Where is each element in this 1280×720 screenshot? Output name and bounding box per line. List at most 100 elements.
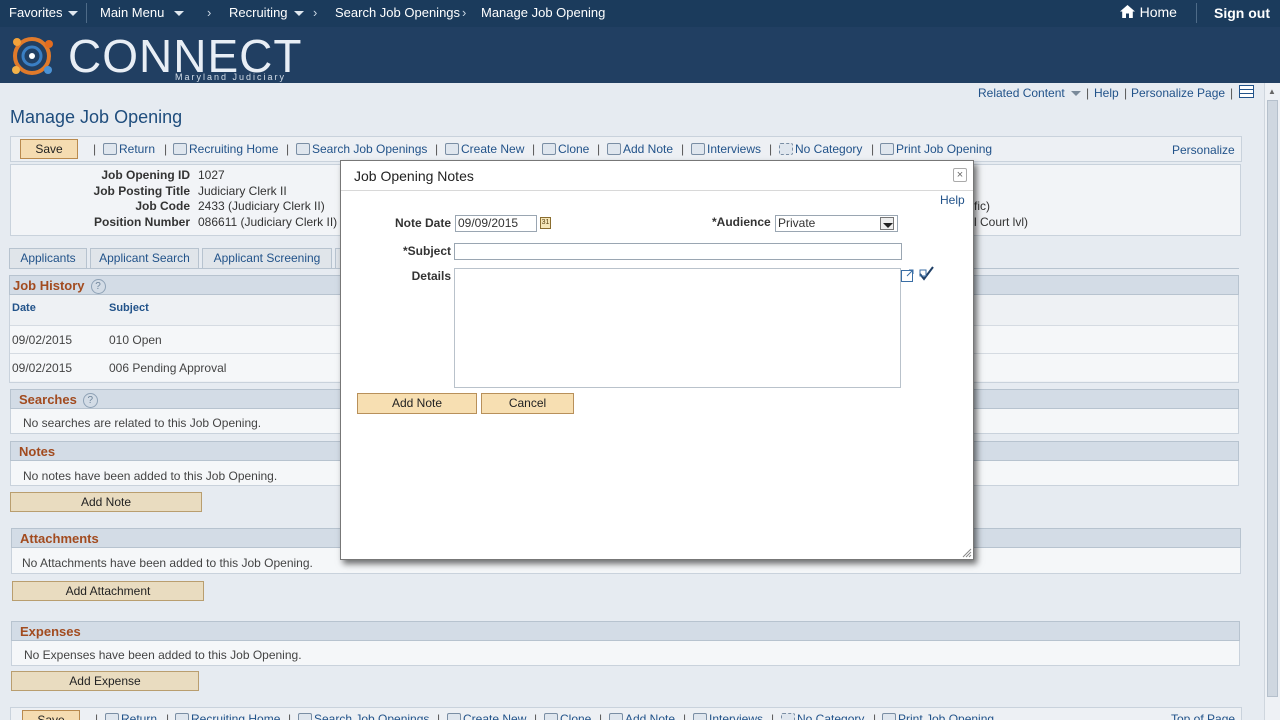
separator: |	[597, 142, 601, 156]
top-of-page-link[interactable]: Top of Page	[1171, 712, 1235, 720]
tab-applicant-search[interactable]: Applicant Search	[90, 248, 199, 269]
scroll-up-icon[interactable]: ▲	[1268, 87, 1276, 96]
add-expense-button[interactable]: Add Expense	[11, 671, 199, 691]
home-icon	[175, 713, 189, 720]
logo-subtitle: Maryland Judiciary	[175, 72, 287, 82]
return-icon	[105, 713, 119, 720]
attachments-message: No Attachments have been added to this J…	[22, 556, 313, 570]
category-icon	[781, 713, 795, 720]
help-icon[interactable]: ?	[82, 393, 98, 408]
no-category-link[interactable]: No Category	[779, 142, 862, 156]
audience-select[interactable]: Private	[775, 215, 898, 232]
favorites-label: Favorites	[9, 5, 63, 20]
grid-icon[interactable]	[1239, 85, 1254, 98]
separator: |	[1230, 86, 1234, 100]
related-content-link[interactable]: Related Content	[978, 86, 1081, 100]
separator: |	[683, 712, 687, 720]
create-new-icon	[447, 713, 461, 720]
clone-label: Clone	[560, 712, 592, 720]
search-job-openings-link[interactable]: Search Job Openings	[298, 712, 429, 720]
create-new-link[interactable]: Create New	[447, 712, 526, 720]
calendar-icon[interactable]: 31	[540, 217, 551, 229]
dialog-header-divider	[341, 190, 973, 191]
close-icon[interactable]: ×	[953, 168, 967, 182]
no-category-link[interactable]: No Category	[781, 712, 864, 720]
add-note-toolbar-link[interactable]: Add Note	[609, 712, 675, 720]
save-button[interactable]: Save	[22, 710, 80, 720]
page-toolbar-bottom: Save | Return | Recruiting Home | Search…	[10, 707, 1242, 720]
save-button[interactable]: Save	[20, 139, 78, 159]
note-date-input[interactable]: 09/09/2015	[455, 215, 537, 232]
add-attachment-button[interactable]: Add Attachment	[12, 581, 204, 601]
personalize-link[interactable]: Personalize	[1172, 143, 1235, 157]
home-link[interactable]: Home	[1119, 4, 1177, 20]
no-category-label: No Category	[797, 712, 865, 720]
sign-out-link[interactable]: Sign out	[1214, 5, 1270, 21]
separator: |	[435, 142, 439, 156]
home-icon	[173, 143, 187, 155]
separator: |	[1086, 86, 1090, 100]
cancel-button[interactable]: Cancel	[481, 393, 574, 414]
add-note-button[interactable]: Add Note	[10, 492, 202, 512]
print-job-opening-link[interactable]: Print Job Opening	[882, 712, 994, 720]
clone-link[interactable]: Clone	[542, 142, 589, 156]
help-icon[interactable]: ?	[90, 279, 106, 294]
searches-title: Searches	[19, 392, 77, 407]
job-opening-id-value: 1027	[198, 168, 225, 182]
personalize-page-link[interactable]: Personalize Page	[1131, 86, 1225, 100]
clone-link[interactable]: Clone	[544, 712, 591, 720]
dropdown-button[interactable]	[880, 217, 894, 230]
expenses-header: Expenses	[11, 621, 1240, 641]
chevron-down-icon	[68, 11, 79, 17]
interviews-link[interactable]: Interviews	[693, 712, 763, 720]
hidden-field-fragment: l Court lvl)	[974, 215, 1029, 229]
note-date-label: Note Date	[394, 216, 451, 230]
interviews-icon	[693, 713, 707, 720]
separator: |	[164, 142, 168, 156]
print-job-opening-label: Print Job Opening	[898, 712, 995, 720]
subject-label: *Subject	[402, 244, 451, 258]
expenses-message: No Expenses have been added to this Job …	[24, 648, 302, 662]
expand-text-icon[interactable]	[901, 268, 915, 282]
chevron-down-icon	[1070, 91, 1081, 97]
create-new-link[interactable]: Create New	[445, 142, 524, 156]
interviews-link[interactable]: Interviews	[691, 142, 761, 156]
dialog-help-link[interactable]: Help	[940, 193, 965, 207]
main-menu[interactable]: Main Menu	[100, 5, 185, 20]
expenses-body: No Expenses have been added to this Job …	[11, 641, 1240, 666]
breadcrumb-recruiting[interactable]: Recruiting	[229, 5, 304, 20]
tab-applicant-screening[interactable]: Applicant Screening	[202, 248, 332, 269]
spellcheck-icon[interactable]	[918, 265, 935, 282]
recruiting-home-link[interactable]: Recruiting Home	[175, 712, 280, 720]
separator: |	[95, 712, 99, 720]
breadcrumb-search-job-openings[interactable]: Search Job Openings	[335, 5, 460, 20]
main-menu-label: Main Menu	[100, 5, 165, 20]
print-job-opening-link[interactable]: Print Job Opening	[880, 142, 992, 156]
column-header-date[interactable]: Date	[12, 302, 36, 314]
add-note-dialog-button[interactable]: Add Note	[357, 393, 477, 414]
page-title: Manage Job Opening	[10, 107, 183, 127]
add-note-toolbar-link[interactable]: Add Note	[607, 142, 673, 156]
separator: |	[871, 142, 875, 156]
vertical-scrollbar[interactable]: ▲	[1264, 83, 1280, 720]
help-link[interactable]: Help	[1094, 86, 1119, 100]
recruiting-home-link[interactable]: Recruiting Home	[173, 142, 278, 156]
subject-input[interactable]	[454, 243, 902, 260]
return-link[interactable]: Return	[103, 142, 155, 156]
scroll-thumb[interactable]	[1267, 100, 1278, 697]
favorites-menu[interactable]: Favorites	[9, 5, 79, 20]
separator: |	[769, 142, 773, 156]
position-number-value: 086611 (Judiciary Clerk II)	[198, 215, 338, 229]
column-header-subject[interactable]: Subject	[109, 302, 149, 314]
separator: |	[1124, 86, 1128, 100]
details-textarea[interactable]	[454, 268, 901, 388]
tab-applicants[interactable]: Applicants	[9, 248, 87, 269]
resize-handle-icon[interactable]	[961, 547, 972, 558]
search-job-openings-link[interactable]: Search Job Openings	[296, 142, 427, 156]
return-link[interactable]: Return	[105, 712, 157, 720]
audience-label: *Audience	[712, 215, 771, 229]
home-icon	[1120, 5, 1135, 18]
search-job-openings-label: Search Job Openings	[314, 712, 430, 720]
clone-label: Clone	[558, 142, 590, 156]
add-note-label: Add Note	[625, 712, 676, 720]
